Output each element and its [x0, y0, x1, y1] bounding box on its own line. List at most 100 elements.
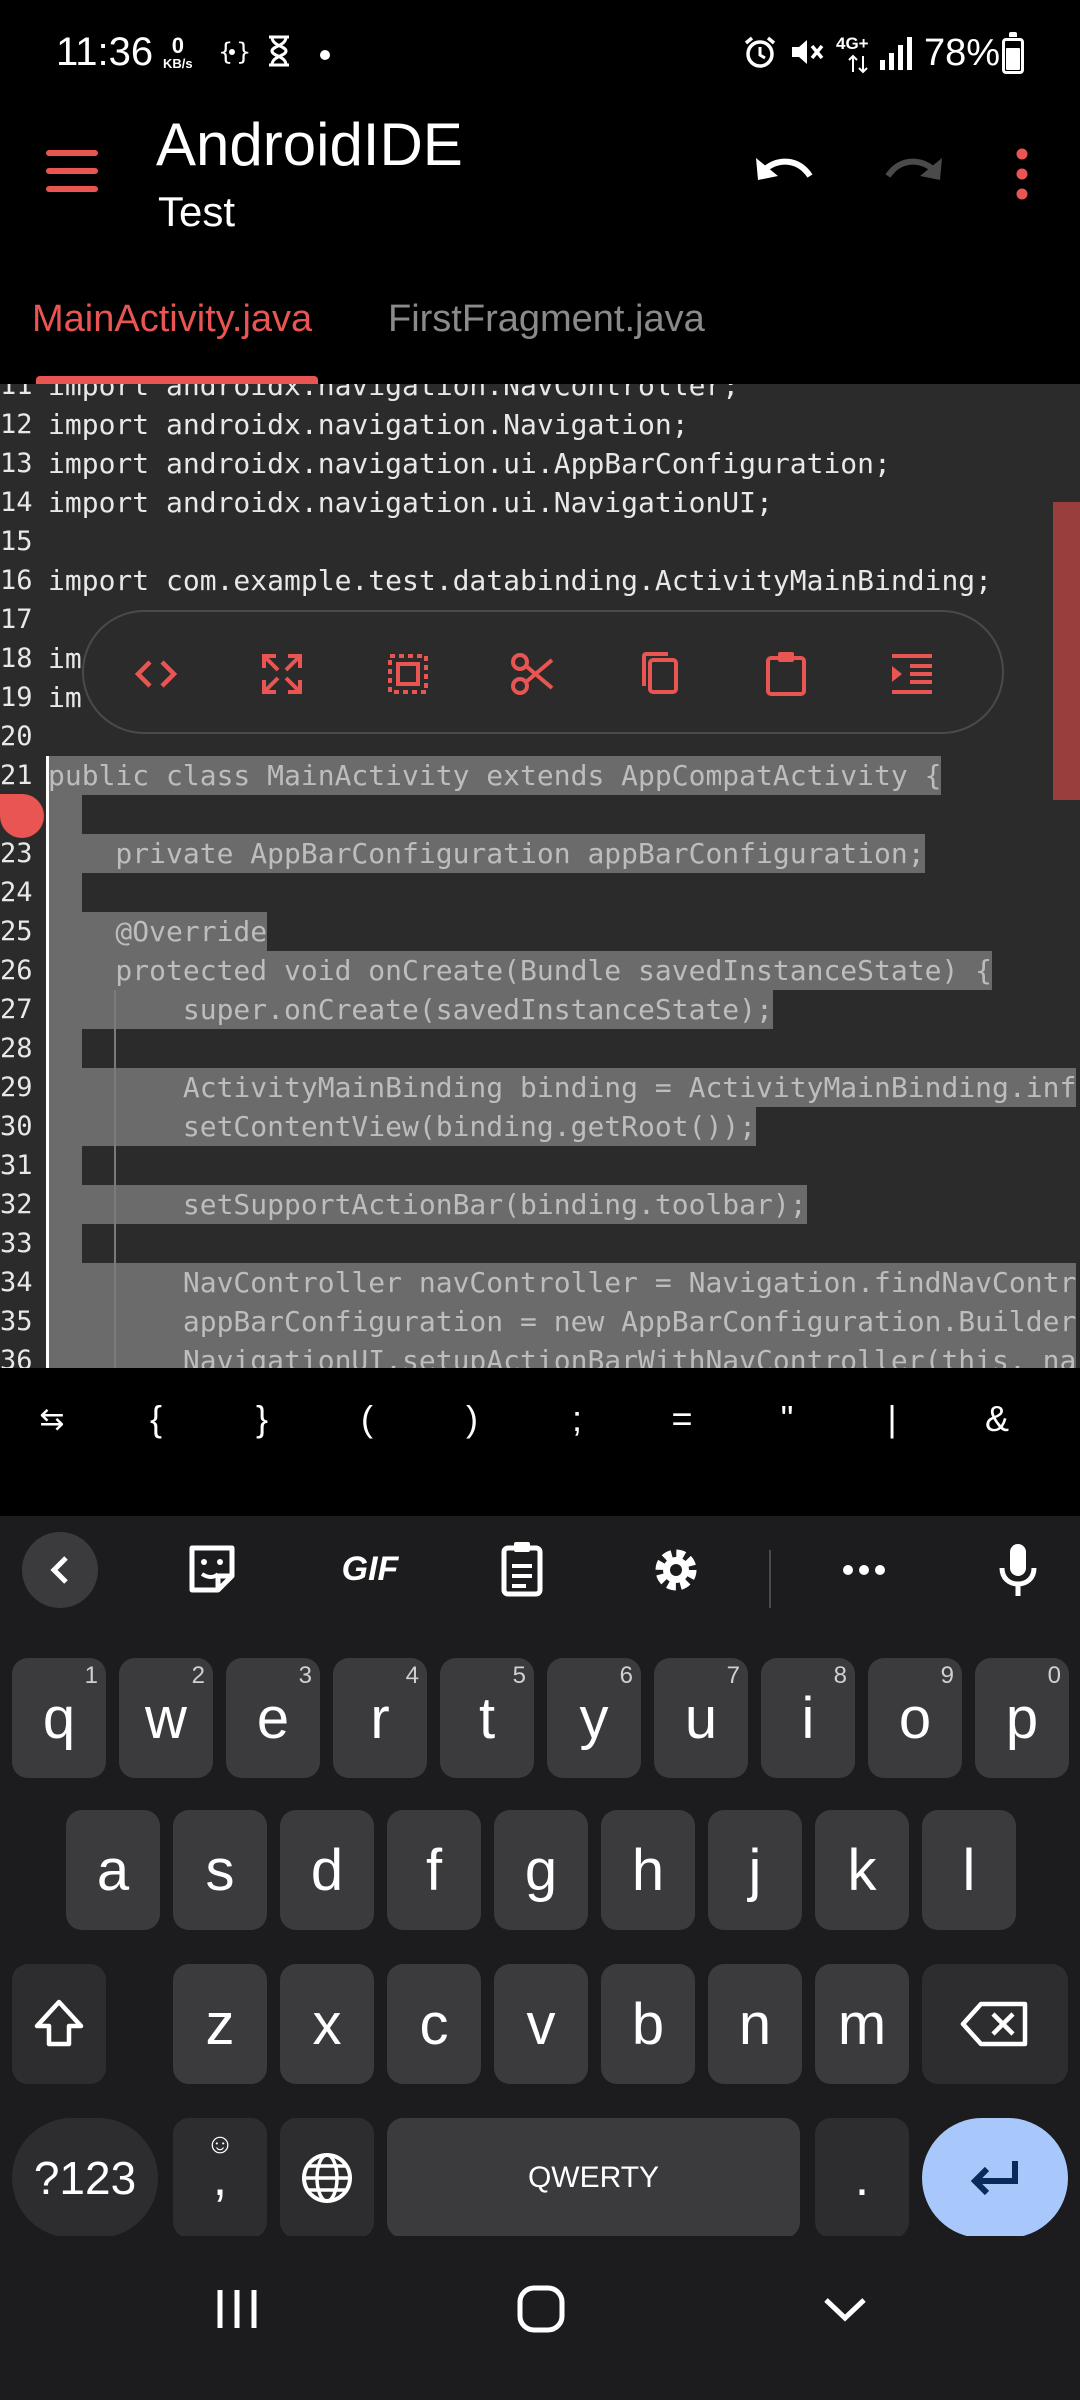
cut-icon[interactable] [504, 644, 564, 704]
key-y-label: y [579, 1685, 609, 1751]
code-text: import com.example.test.databinding.Acti… [48, 564, 993, 597]
menu-icon[interactable] [46, 150, 98, 192]
symbol-open-paren[interactable]: ( [337, 1398, 397, 1440]
line-number: 32 [0, 1189, 33, 1220]
mic-icon[interactable] [978, 1530, 1058, 1610]
key-u[interactable]: u7 [654, 1658, 748, 1778]
shift-key[interactable] [12, 1964, 106, 2084]
code-line: 25 @Override [0, 912, 1080, 951]
net-speed: 0 KB/s [163, 33, 193, 72]
period-key[interactable]: . [815, 2118, 909, 2238]
code-line: 24 [0, 873, 1080, 912]
hide-keyboard-icon[interactable] [820, 2290, 870, 2330]
more-icon[interactable] [824, 1530, 904, 1610]
code-text: protected void onCreate(Bundle savedInst… [48, 951, 993, 990]
period-key-label: . [854, 2149, 870, 2207]
line-number: 23 [0, 838, 33, 869]
key-x[interactable]: x [280, 1964, 374, 2084]
key-k[interactable]: k [815, 1810, 909, 1930]
backspace-key[interactable] [922, 1964, 1068, 2084]
comma-key[interactable]: , ☺ [173, 2118, 267, 2238]
key-s[interactable]: s [173, 1810, 267, 1930]
code-text: super.onCreate(savedInstanceState); [48, 990, 773, 1029]
key-c[interactable]: c [387, 1964, 481, 2084]
back-chevron-icon[interactable] [20, 1530, 100, 1610]
selection-edge [46, 951, 49, 990]
key-a[interactable]: a [66, 1810, 160, 1930]
code-text: import androidx.navigation.NavController… [48, 384, 740, 402]
key-m[interactable]: m [815, 1964, 909, 2084]
svg-text:}: } [236, 38, 250, 66]
key-u-hint: 7 [726, 1662, 740, 1689]
space-key[interactable]: QWERTY [387, 2118, 800, 2238]
symbol-pipe[interactable]: | [862, 1398, 922, 1440]
undo-icon[interactable] [752, 148, 818, 198]
key-r[interactable]: r4 [333, 1658, 427, 1778]
symbol-equals[interactable]: = [652, 1398, 712, 1440]
key-q-label: q [42, 1685, 76, 1751]
recents-icon[interactable] [214, 2286, 260, 2332]
key-h-label: h [631, 1837, 665, 1903]
indent-icon[interactable] [882, 644, 942, 704]
settings-icon[interactable] [636, 1530, 716, 1610]
key-n[interactable]: n [708, 1964, 802, 2084]
key-y-hint: 6 [619, 1662, 633, 1689]
paste-icon[interactable] [756, 644, 816, 704]
tab-main-activity[interactable]: MainActivity.java [32, 298, 312, 341]
key-l-label: l [962, 1837, 976, 1903]
symbols-key[interactable]: ?123 [12, 2118, 158, 2238]
key-o-label: o [898, 1685, 932, 1751]
key-l[interactable]: l [922, 1810, 1016, 1930]
globe-key[interactable] [280, 2118, 374, 2238]
line-number: 16 [0, 565, 33, 596]
tab-first-fragment[interactable]: FirstFragment.java [388, 298, 705, 341]
selection-handle[interactable] [0, 794, 44, 838]
code-icon[interactable] [126, 644, 186, 704]
enter-key[interactable] [922, 2118, 1068, 2238]
line-number: 34 [0, 1267, 33, 1298]
key-o[interactable]: o9 [868, 1658, 962, 1778]
symbol-quote[interactable]: " [757, 1398, 817, 1440]
editor-scrollbar[interactable] [1053, 502, 1080, 800]
code-line: 33 [0, 1224, 1080, 1263]
home-icon[interactable] [516, 2284, 566, 2334]
key-d[interactable]: d [280, 1810, 374, 1930]
select-all-icon[interactable] [378, 644, 438, 704]
indent-guide [114, 1263, 116, 1302]
key-i-hint: 8 [833, 1662, 847, 1689]
key-h[interactable]: h [601, 1810, 695, 1930]
key-b[interactable]: b [601, 1964, 695, 2084]
expand-icon[interactable] [252, 644, 312, 704]
redo-icon[interactable] [880, 148, 946, 198]
key-e[interactable]: e3 [226, 1658, 320, 1778]
key-j-label: j [748, 1837, 762, 1903]
network-type: 4G+ [836, 34, 869, 53]
key-j[interactable]: j [708, 1810, 802, 1930]
key-y[interactable]: y6 [547, 1658, 641, 1778]
key-q[interactable]: q1 [12, 1658, 106, 1778]
line-number: 26 [0, 955, 33, 986]
symbol-semicolon[interactable]: ; [547, 1398, 607, 1440]
clipboard-icon[interactable] [482, 1530, 562, 1610]
sticker-icon[interactable] [172, 1530, 252, 1610]
symbol-open-brace[interactable]: { [126, 1398, 186, 1440]
key-p[interactable]: p0 [975, 1658, 1069, 1778]
key-f[interactable]: f [387, 1810, 481, 1930]
symbol-close-paren[interactable]: ) [442, 1398, 502, 1440]
key-z[interactable]: z [173, 1964, 267, 2084]
symbol-ampersand[interactable]: & [967, 1398, 1027, 1440]
code-editor[interactable]: 11 import androidx.navigation.NavControll… [0, 384, 1080, 1368]
code-line: 22 [0, 795, 1080, 834]
battery-icon [1002, 32, 1024, 74]
more-options-icon[interactable] [1008, 148, 1036, 200]
symbol-tab[interactable]: ⇆ [22, 1402, 82, 1437]
key-i[interactable]: i8 [761, 1658, 855, 1778]
key-w[interactable]: w2 [119, 1658, 213, 1778]
key-g[interactable]: g [494, 1810, 588, 1930]
key-t[interactable]: t5 [440, 1658, 534, 1778]
status-bar: 11:36 0 KB/s {} 4G+ 78% [0, 0, 1080, 110]
gif-button[interactable]: GIF [330, 1550, 410, 1600]
key-v[interactable]: v [494, 1964, 588, 2084]
symbol-close-brace[interactable]: } [232, 1398, 292, 1440]
copy-icon[interactable] [630, 644, 690, 704]
